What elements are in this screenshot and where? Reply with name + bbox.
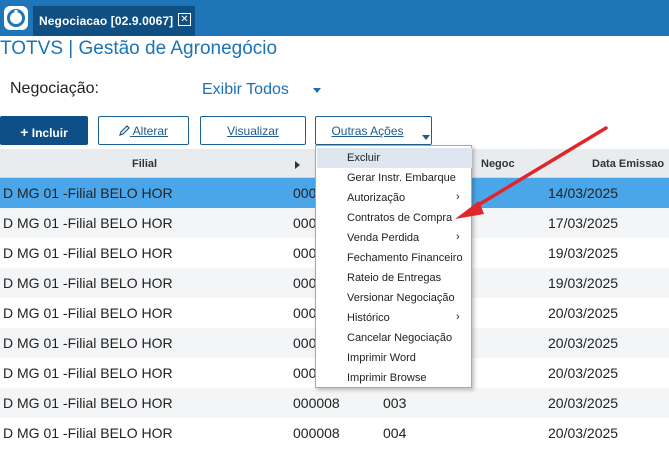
table-cell-data: 20/03/2025	[548, 365, 619, 381]
column-header-filial[interactable]: Filial	[132, 158, 157, 170]
menu-item-label: Autorização	[347, 192, 406, 204]
sort-arrow-icon	[295, 161, 300, 169]
incluir-button-label: + Incluir	[20, 124, 68, 140]
table-cell-data: 19/03/2025	[548, 245, 619, 261]
menu-item[interactable]: Gerar Instr. Embarque	[317, 168, 472, 188]
tab-title: Negociacao [02.9.0067]	[39, 14, 174, 28]
table-cell-data: 20/03/2025	[548, 335, 619, 351]
filter-dropdown[interactable]: Exibir Todos	[202, 81, 289, 99]
table-cell-data: 17/03/2025	[548, 215, 619, 231]
menu-item-label: Rateio de Entregas	[347, 272, 442, 284]
table-row[interactable]: D MG 01 -Filial BELO HOR 000008 004 20/03/2…	[0, 418, 669, 448]
menu-item-label: Venda Perdida	[347, 232, 420, 244]
table-cell-data: 20/03/2025	[548, 395, 619, 411]
menu-item[interactable]: Rateio de Entregas	[317, 268, 472, 288]
table-cell-filial: D MG 01 -Filial BELO HOR	[3, 335, 173, 351]
menu-item[interactable]: Fechamento Financeiro	[317, 248, 472, 268]
table-cell-filial: D MG 01 -Filial BELO HOR	[3, 365, 173, 381]
table-cell-data: 20/03/2025	[548, 305, 619, 321]
menu-item-label: Histórico	[347, 312, 390, 324]
menu-item-label: Excluir	[347, 152, 381, 164]
menu-item-label: Gerar Instr. Embarque	[347, 172, 456, 184]
outras-acoes-menu: Excluir Gerar Instr. Embarque Autorização ›…	[315, 145, 472, 388]
table-cell-filial: D MG 01 -Filial BELO HOR	[3, 185, 173, 201]
table-cell-filial: D MG 01 -Filial BELO HOR	[3, 215, 173, 231]
pencil-icon	[119, 125, 130, 136]
menu-item[interactable]: Imprimir Word	[317, 348, 472, 368]
chevron-right-icon: ›	[456, 311, 460, 323]
column-header-data-emissao[interactable]: Data Emissao	[592, 158, 664, 170]
table-cell-data: 14/03/2025	[548, 185, 619, 201]
title-bar: Negociacao [02.9.0067] ✕	[0, 0, 669, 36]
close-icon[interactable]: ✕	[178, 13, 191, 26]
table-cell-filial: D MG 01 -Filial BELO HOR	[3, 275, 173, 291]
alterar-button-label: Alterar	[99, 124, 188, 138]
chevron-right-icon: ›	[456, 191, 460, 203]
menu-item[interactable]: Contratos de Compra	[317, 208, 472, 228]
table-cell-num: 000	[293, 185, 317, 201]
menu-item[interactable]: Excluir	[317, 148, 472, 168]
outras-acoes-button[interactable]: Outras Ações	[315, 116, 432, 145]
table-cell-num: 000	[293, 245, 317, 261]
menu-item[interactable]: Histórico ›	[317, 308, 472, 328]
chevron-down-icon[interactable]	[313, 88, 321, 93]
incluir-button[interactable]: + Incluir	[0, 116, 88, 145]
menu-item-label: Contratos de Compra	[347, 212, 453, 224]
table-cell-num: 000008	[293, 395, 340, 411]
menu-item[interactable]: Versionar Negociação	[317, 288, 472, 308]
menu-item[interactable]: Venda Perdida ›	[317, 228, 472, 248]
column-header-negoc[interactable]: Negoc	[481, 158, 515, 170]
menu-item[interactable]: Cancelar Negociação	[317, 328, 472, 348]
chevron-down-icon	[422, 135, 430, 140]
menu-item-label: Cancelar Negociação	[347, 332, 453, 344]
table-cell-num: 000	[293, 305, 317, 321]
table-cell-num: 000	[293, 275, 317, 291]
outras-acoes-button-label: Outras Ações	[331, 124, 404, 138]
table-cell-seq: 003	[383, 395, 407, 411]
page-title: TOTVS | Gestão de Agronegócio	[0, 38, 278, 59]
table-cell-filial: D MG 01 -Filial BELO HOR	[3, 425, 173, 441]
table-cell-num: 000	[293, 365, 317, 381]
menu-item-label: Fechamento Financeiro	[347, 252, 463, 264]
table-cell-num: 000008	[293, 425, 340, 441]
table-cell-filial: D MG 01 -Filial BELO HOR	[3, 395, 173, 411]
table-cell-filial: D MG 01 -Filial BELO HOR	[3, 305, 173, 321]
table-cell-data: 19/03/2025	[548, 275, 619, 291]
chevron-right-icon: ›	[456, 231, 460, 243]
visualizar-button-label: Visualizar	[227, 124, 279, 138]
table-cell-num: 000	[293, 335, 317, 351]
table-cell-num: 000	[293, 215, 317, 231]
filter-label: Negociação:	[10, 80, 99, 97]
menu-item[interactable]: Autorização ›	[317, 188, 472, 208]
alterar-button[interactable]: Alterar	[98, 116, 189, 145]
tab-negociacao[interactable]: Negociacao [02.9.0067] ✕	[33, 5, 195, 36]
visualizar-button[interactable]: Visualizar	[200, 116, 306, 145]
table-cell-seq: 004	[383, 425, 407, 441]
menu-item[interactable]: Imprimir Browse	[317, 368, 472, 388]
totvs-logo-icon[interactable]	[0, 2, 32, 34]
plus-icon: +	[20, 124, 29, 140]
table-row[interactable]: D MG 01 -Filial BELO HOR 000008 003 20/03/2…	[0, 388, 669, 418]
menu-item-label: Versionar Negociação	[347, 292, 455, 304]
table-cell-filial: D MG 01 -Filial BELO HOR	[3, 245, 173, 261]
menu-item-label: Imprimir Word	[347, 352, 416, 364]
menu-item-label: Imprimir Browse	[347, 372, 427, 384]
table-cell-data: 20/03/2025	[548, 425, 619, 441]
